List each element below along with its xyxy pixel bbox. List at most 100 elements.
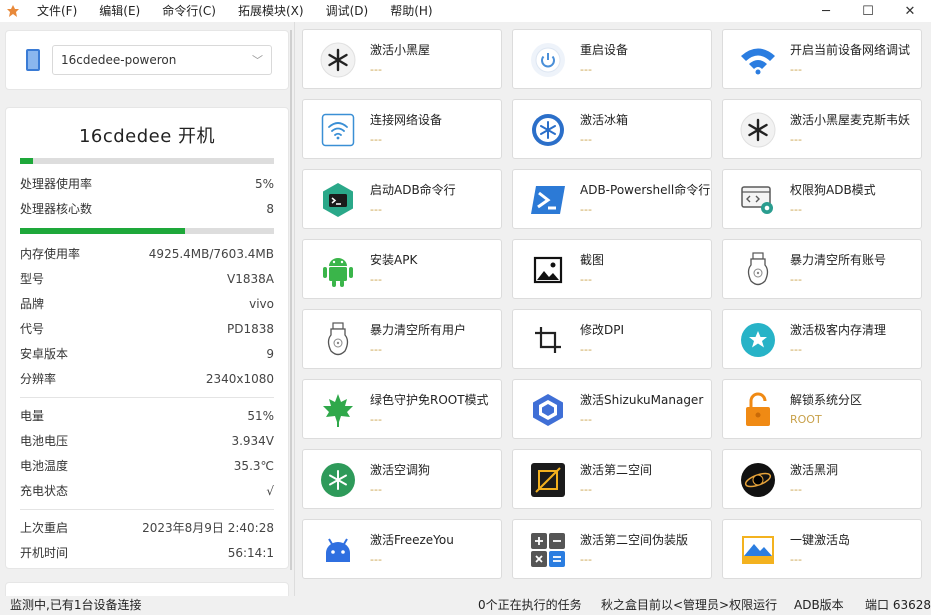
menu-item-0[interactable]: 文件(F) (26, 0, 88, 22)
tile-title: 修改DPI (580, 323, 625, 337)
app-logo-icon (0, 0, 26, 22)
cpu-core-bar (20, 228, 274, 234)
info-row: 电池温度 35.3℃ (20, 454, 274, 479)
function-tile[interactable]: 解锁系统分区 ROOT (722, 379, 922, 439)
menu-item-3[interactable]: 拓展模块(X) (227, 0, 315, 22)
function-tile[interactable]: 激活小黑屋 --- (302, 29, 502, 89)
info-value: 56:14:1 (227, 546, 274, 560)
status-monitor: 监测中,已有1台设备连接 (10, 598, 142, 612)
tile-subtitle: --- (370, 413, 382, 426)
info-row: 代号 PD1838 (20, 317, 274, 342)
info-label: 开机时间 (20, 546, 69, 560)
tile-title: 激活小黑屋 (370, 43, 431, 57)
status-port: 端口 63628 (865, 598, 931, 612)
status-tasks: 0个正在执行的任务 (478, 598, 582, 612)
function-tile[interactable]: 修改DPI --- (512, 309, 712, 369)
info-row: 充电状态 √ (20, 479, 274, 504)
island-icon (739, 531, 777, 569)
menu-item-2[interactable]: 命令行(C) (151, 0, 227, 22)
function-tile[interactable]: 启动ADB命令行 --- (302, 169, 502, 229)
bomb-icon (319, 321, 357, 359)
tile-subtitle: --- (580, 203, 592, 216)
function-tile[interactable]: 激活ShizukuManager --- (512, 379, 712, 439)
info-row: 上次重启 2023年8月9日 2:40:28 (20, 516, 274, 541)
wifi-outline-icon (319, 111, 357, 149)
function-tile[interactable]: 权限狗ADB模式 --- (722, 169, 922, 229)
tile-title: 激活FreezeYou (370, 533, 454, 547)
bomb-icon (739, 251, 777, 289)
menu-item-1[interactable]: 编辑(E) (88, 0, 151, 22)
function-tile[interactable]: 安装APK --- (302, 239, 502, 299)
device-select[interactable]: 16cdedee-poweron ﹀ (52, 45, 272, 75)
function-tile[interactable]: 激活空调狗 --- (302, 449, 502, 509)
powershell-icon (529, 181, 567, 219)
tile-title: 一键激活岛 (790, 533, 851, 547)
left-scrollbar[interactable] (290, 30, 292, 570)
function-tile[interactable]: 开启当前设备网络调试 --- (722, 29, 922, 89)
info-value: 5% (254, 177, 274, 191)
android-icon (319, 251, 357, 289)
info-label: 处理器核心数 (20, 202, 93, 216)
info-value: 2023年8月9日 2:40:28 (142, 521, 274, 535)
tile-subtitle: --- (580, 553, 592, 566)
info-value: 9 (266, 347, 274, 361)
device-select-value: 16cdedee-poweron (61, 53, 177, 67)
info-value: 3.934V (231, 434, 274, 448)
tile-subtitle: --- (790, 133, 802, 146)
tile-title: 开启当前设备网络调试 (790, 43, 911, 57)
info-label: 处理器使用率 (20, 177, 93, 191)
tile-title: ADB-Powershell命令行 (580, 183, 711, 197)
tile-subtitle: --- (370, 553, 382, 566)
device-selector-card: 16cdedee-poweron ﹀ (5, 30, 289, 90)
function-tile[interactable]: 激活第二空间 --- (512, 449, 712, 509)
info-value: 35.3℃ (233, 459, 274, 473)
image-icon (529, 251, 567, 289)
calculator-icon (529, 531, 567, 569)
tile-title: 截图 (580, 253, 605, 267)
info-label: 品牌 (20, 297, 45, 311)
function-tile[interactable]: 暴力清空所有用户 --- (302, 309, 502, 369)
function-tile[interactable]: 激活第二空间伪装版 --- (512, 519, 712, 579)
tile-title: 激活小黑屋麦克斯韦妖 (790, 113, 911, 127)
function-tile[interactable]: 激活小黑屋麦克斯韦妖 --- (722, 99, 922, 159)
function-tile[interactable]: 连接网络设备 --- (302, 99, 502, 159)
maximize-button[interactable]: ☐ (847, 0, 889, 22)
info-row: 品牌 vivo (20, 292, 274, 317)
info-value: vivo (249, 297, 274, 311)
unlock-icon (739, 391, 777, 429)
function-tile[interactable]: 激活冰箱 --- (512, 99, 712, 159)
tile-subtitle: --- (790, 483, 802, 496)
function-tile[interactable]: 激活极客内存清理 --- (722, 309, 922, 369)
function-tile[interactable]: 激活FreezeYou --- (302, 519, 502, 579)
status-adb-version: ADB版本 (794, 598, 844, 612)
function-tile[interactable]: 绿色守护免ROOT模式 --- (302, 379, 502, 439)
tile-subtitle: --- (580, 413, 592, 426)
wifi-icon (739, 41, 777, 79)
info-value: 4925.4MB/7603.4MB (148, 247, 274, 261)
info-label: 型号 (20, 272, 45, 286)
snowflake-dark-icon (739, 111, 777, 149)
tile-title: 权限狗ADB模式 (790, 183, 876, 197)
minimize-button[interactable]: ─ (805, 0, 847, 22)
function-tile[interactable]: 重启设备 --- (512, 29, 712, 89)
shizuku-icon (529, 391, 567, 429)
menu-item-4[interactable]: 调试(D) (315, 0, 380, 22)
function-tile[interactable]: ADB-Powershell命令行 --- (512, 169, 712, 229)
tile-subtitle: --- (370, 63, 382, 76)
close-button[interactable]: ✕ (889, 0, 931, 22)
info-value: PD1838 (226, 322, 274, 336)
function-tile[interactable]: 暴力清空所有账号 --- (722, 239, 922, 299)
function-tile[interactable]: 一键激活岛 --- (722, 519, 922, 579)
info-label: 安卓版本 (20, 347, 69, 361)
tile-subtitle: --- (580, 273, 592, 286)
info-value: 8 (266, 202, 274, 216)
menu-item-5[interactable]: 帮助(H) (379, 0, 443, 22)
function-tile[interactable]: 激活黑洞 --- (722, 449, 922, 509)
tile-subtitle: --- (580, 343, 592, 356)
info-value: √ (266, 484, 274, 498)
cpu-usage-bar (20, 158, 274, 164)
tile-subtitle: --- (790, 63, 802, 76)
function-tile[interactable]: 截图 --- (512, 239, 712, 299)
status-permission: 秋之盒目前以<管理员>权限运行 (601, 598, 778, 612)
tile-title: 暴力清空所有用户 (370, 323, 467, 337)
